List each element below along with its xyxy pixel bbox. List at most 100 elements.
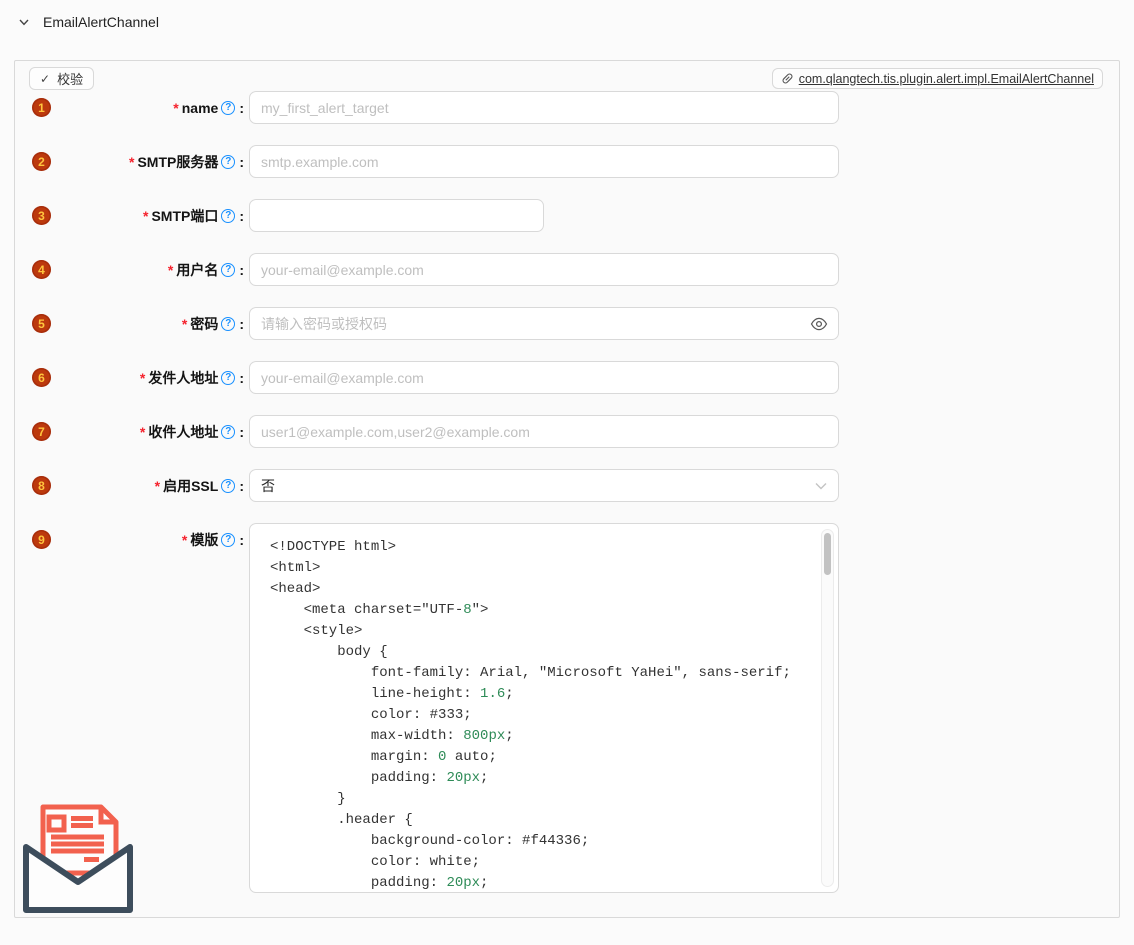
field-number-badge: 9: [32, 530, 51, 549]
plugin-form-panel: ✓ 校验 com.qlangtech.tis.plugin.alert.impl…: [14, 60, 1120, 918]
smtp-port-input[interactable]: [249, 199, 544, 232]
required-mark: *: [173, 100, 178, 116]
field-label-enable-ssl: *启用SSL?:: [51, 476, 244, 496]
field-number-badge: 8: [32, 476, 51, 495]
field-control-smtp-server: [249, 145, 839, 178]
field-label-text: name: [182, 100, 219, 116]
help-icon[interactable]: ?: [221, 371, 235, 385]
code-scrollbar-track[interactable]: [821, 529, 834, 887]
plugin-class-link-label: com.qlangtech.tis.plugin.alert.impl.Emai…: [799, 72, 1094, 86]
code-line: body {: [270, 642, 806, 663]
required-mark: *: [140, 370, 145, 386]
field-label-template: *模版?:: [51, 530, 244, 550]
help-icon[interactable]: ?: [221, 263, 235, 277]
field-label-name: *name?:: [51, 98, 244, 118]
form-rows: 1*name?:2*SMTP服务器?:3*SMTP端口?:4*用户名?:5*密码…: [15, 61, 1119, 893]
form-row-sender-address: 6*发件人地址?:: [15, 361, 1119, 394]
name-input[interactable]: [249, 91, 839, 124]
field-number-badge: 2: [32, 152, 51, 171]
required-mark: *: [143, 208, 148, 224]
field-label-text: 密码: [190, 316, 218, 332]
code-line: padding: 20px;: [270, 873, 806, 893]
code-scrollbar-thumb[interactable]: [824, 533, 831, 575]
help-icon[interactable]: ?: [221, 155, 235, 169]
field-label-text: 收件人地址: [148, 424, 218, 440]
paperclip-icon: [781, 72, 794, 85]
code-line: <style>: [270, 621, 806, 642]
field-control-template: <!DOCTYPE html><html><head> <meta charse…: [249, 523, 839, 893]
form-row-username: 4*用户名?:: [15, 253, 1119, 286]
required-mark: *: [182, 316, 187, 332]
field-label-username: *用户名?:: [51, 260, 244, 280]
field-number-badge: 5: [32, 314, 51, 333]
field-label-text: 模版: [190, 532, 218, 548]
field-control-username: [249, 253, 839, 286]
help-icon[interactable]: ?: [221, 425, 235, 439]
help-icon[interactable]: ?: [221, 101, 235, 115]
form-row-smtp-port: 3*SMTP端口?:: [15, 199, 1119, 232]
password-input[interactable]: [249, 307, 839, 340]
field-number-badge: 7: [32, 422, 51, 441]
template-code-editor[interactable]: <!DOCTYPE html><html><head> <meta charse…: [249, 523, 839, 893]
code-line: color: white;: [270, 852, 806, 873]
field-label-text: 发件人地址: [148, 370, 218, 386]
code-line: <!DOCTYPE html>: [270, 537, 806, 558]
required-mark: *: [140, 424, 145, 440]
code-line: <html>: [270, 558, 806, 579]
label-colon: :: [239, 262, 244, 278]
field-control-name: [249, 91, 839, 124]
label-colon: :: [239, 316, 244, 332]
username-input[interactable]: [249, 253, 839, 286]
field-label-text: 用户名: [176, 262, 218, 278]
field-control-enable-ssl: 否: [249, 469, 839, 502]
newsletter-envelope-icon: [23, 801, 135, 915]
code-line: background-color: #f44336;: [270, 831, 806, 852]
required-mark: *: [168, 262, 173, 278]
form-row-recipient-address: 7*收件人地址?:: [15, 415, 1119, 448]
eye-icon[interactable]: [810, 315, 828, 333]
field-label-text: 启用SSL: [163, 478, 218, 494]
form-row-name: 1*name?:: [15, 91, 1119, 124]
code-line: margin: 0 auto;: [270, 747, 806, 768]
form-row-template: 9*模版?:<!DOCTYPE html><html><head> <meta …: [15, 523, 1119, 893]
help-icon[interactable]: ?: [221, 479, 235, 493]
code-line: line-height: 1.6;: [270, 684, 806, 705]
field-number-badge: 4: [32, 260, 51, 279]
field-label-password: *密码?:: [51, 314, 244, 334]
label-colon: :: [239, 370, 244, 386]
code-line: padding: 20px;: [270, 768, 806, 789]
sender-address-input[interactable]: [249, 361, 839, 394]
label-colon: :: [239, 208, 244, 224]
form-row-smtp-server: 2*SMTP服务器?:: [15, 145, 1119, 178]
code-line: color: #333;: [270, 705, 806, 726]
help-icon[interactable]: ?: [221, 209, 235, 223]
page-title: EmailAlertChannel: [43, 14, 159, 30]
label-colon: :: [239, 424, 244, 440]
validate-button-label: 校验: [57, 69, 83, 88]
enable-ssl-select[interactable]: 否: [249, 469, 839, 502]
required-mark: *: [182, 532, 187, 548]
plugin-class-link[interactable]: com.qlangtech.tis.plugin.alert.impl.Emai…: [772, 68, 1103, 89]
chevron-down-icon[interactable]: [18, 16, 30, 28]
field-label-sender-address: *发件人地址?:: [51, 368, 244, 388]
label-colon: :: [239, 478, 244, 494]
chevron-down-icon: [815, 482, 827, 490]
field-number-badge: 3: [32, 206, 51, 225]
code-line: <head>: [270, 579, 806, 600]
field-control-sender-address: [249, 361, 839, 394]
form-row-password: 5*密码?:: [15, 307, 1119, 340]
field-label-recipient-address: *收件人地址?:: [51, 422, 244, 442]
section-header: EmailAlertChannel: [18, 14, 159, 30]
code-line: font-family: Arial, "Microsoft YaHei", s…: [270, 663, 806, 684]
field-control-recipient-address: [249, 415, 839, 448]
required-mark: *: [155, 478, 160, 494]
smtp-server-input[interactable]: [249, 145, 839, 178]
enable-ssl-select-value: 否: [261, 476, 275, 496]
code-line: }: [270, 789, 806, 810]
help-icon[interactable]: ?: [221, 317, 235, 331]
help-icon[interactable]: ?: [221, 533, 235, 547]
required-mark: *: [129, 154, 134, 170]
recipient-address-input[interactable]: [249, 415, 839, 448]
validate-button[interactable]: ✓ 校验: [29, 67, 94, 90]
label-colon: :: [239, 154, 244, 170]
